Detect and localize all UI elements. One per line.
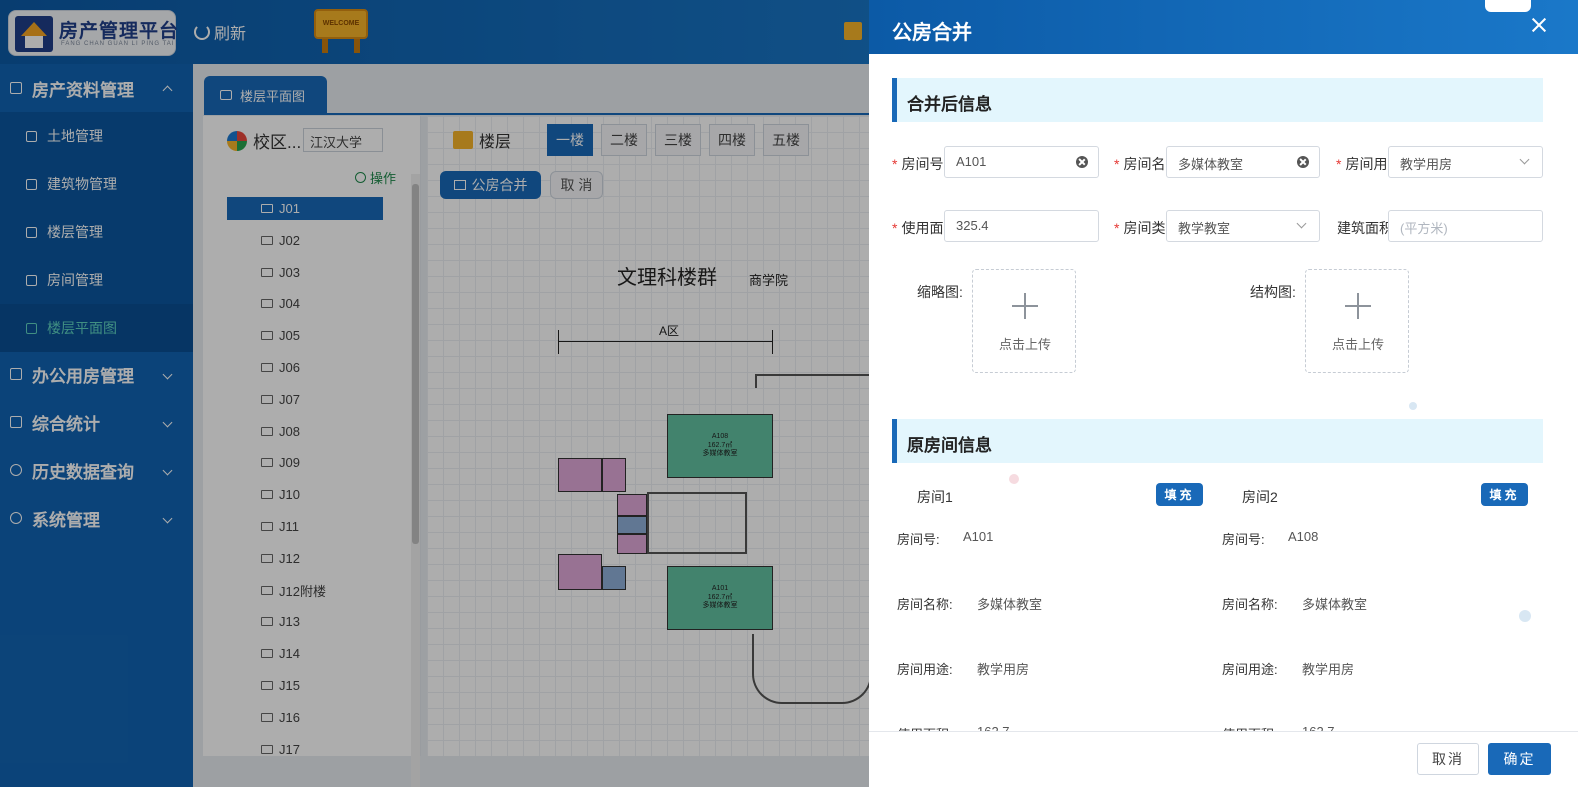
room1-no-key: 房间号: bbox=[897, 532, 940, 547]
room2-no-key: 房间号: bbox=[1222, 532, 1265, 547]
field-label-text: 房间用 bbox=[1345, 156, 1388, 172]
room-use-label: * 房间用 bbox=[1336, 156, 1388, 172]
room-type-select[interactable]: 教学教室 bbox=[1166, 210, 1320, 242]
room-no-label: * 房间号 bbox=[892, 156, 944, 172]
decoration-dot bbox=[1009, 474, 1019, 484]
room1-name-key: 房间名称: bbox=[897, 597, 953, 612]
plus-icon bbox=[1012, 293, 1038, 319]
room-no-input[interactable]: A101 bbox=[944, 146, 1099, 178]
modal-overlay[interactable] bbox=[0, 0, 869, 787]
use-area-label: * 使用面 bbox=[892, 220, 944, 236]
room1-use-key: 房间用途: bbox=[897, 662, 953, 677]
room1-use-value: 教学用房 bbox=[977, 662, 1030, 677]
merge-drawer: 公房合并 合并后信息 * 房间号 A101 * 房间名 多媒体教室 * 房间用 教学用… bbox=[869, 0, 1578, 787]
section-title: 原房间信息 bbox=[907, 436, 992, 455]
section-title: 合并后信息 bbox=[907, 95, 992, 114]
thumbnail-label: 缩略图: bbox=[917, 284, 963, 300]
original-info-section: 原房间信息 bbox=[892, 419, 1543, 463]
chevron-down-icon bbox=[1296, 218, 1307, 229]
drawer-confirm-button[interactable]: 确定 bbox=[1488, 743, 1551, 775]
room2-use-key: 房间用途: bbox=[1222, 662, 1278, 677]
input-value: 多媒体教室 bbox=[1178, 157, 1244, 172]
room-type-label: * 房间类 bbox=[1114, 220, 1166, 236]
select-value: 教学教室 bbox=[1178, 221, 1231, 236]
room-use-select[interactable]: 教学用房 bbox=[1388, 146, 1543, 178]
room2-no-value: A108 bbox=[1288, 529, 1319, 544]
plus-icon bbox=[1345, 293, 1371, 319]
fill-room1-button[interactable]: 填充 bbox=[1156, 483, 1203, 506]
input-value: A101 bbox=[956, 154, 987, 169]
input-placeholder: (平方米) bbox=[1400, 221, 1448, 236]
room1-header: 房间1 bbox=[917, 489, 953, 505]
use-area-input[interactable]: 325.4 bbox=[944, 210, 1099, 242]
structure-upload[interactable]: 点击上传 bbox=[1305, 269, 1409, 373]
upload-text: 点击上传 bbox=[998, 337, 1051, 352]
build-area-input[interactable]: (平方米) bbox=[1388, 210, 1543, 242]
drawer-footer: 取消 确定 bbox=[869, 731, 1578, 787]
field-label-text: 房间类 bbox=[1123, 220, 1166, 236]
fill-room2-button[interactable]: 填充 bbox=[1481, 483, 1528, 506]
thumbnail-upload[interactable]: 点击上传 bbox=[972, 269, 1076, 373]
merged-info-section: 合并后信息 bbox=[892, 78, 1543, 122]
drawer-title: 公房合并 bbox=[892, 22, 972, 44]
room2-use-value: 教学用房 bbox=[1302, 662, 1355, 677]
input-value: 325.4 bbox=[956, 218, 989, 233]
chevron-down-icon bbox=[1519, 154, 1530, 165]
field-label-text: 房间名 bbox=[1123, 156, 1166, 172]
decoration-dot bbox=[1409, 402, 1417, 410]
room-name-label: * 房间名 bbox=[1114, 156, 1166, 172]
room2-name-key: 房间名称: bbox=[1222, 597, 1278, 612]
header-decoration bbox=[1485, 0, 1531, 12]
clear-icon[interactable] bbox=[1076, 156, 1088, 168]
room1-name-value: 多媒体教室 bbox=[977, 597, 1043, 612]
upload-text: 点击上传 bbox=[1331, 337, 1384, 352]
drawer-header: 公房合并 bbox=[869, 0, 1578, 54]
field-label-text: 使用面 bbox=[901, 220, 944, 236]
structure-label: 结构图: bbox=[1250, 284, 1296, 300]
select-value: 教学用房 bbox=[1400, 157, 1453, 172]
room-name-input[interactable]: 多媒体教室 bbox=[1166, 146, 1320, 178]
decoration-dot bbox=[1519, 610, 1531, 622]
room1-no-value: A101 bbox=[963, 529, 994, 544]
clear-icon[interactable] bbox=[1297, 156, 1309, 168]
drawer-cancel-button[interactable]: 取消 bbox=[1417, 743, 1479, 775]
field-label-text: 房间号 bbox=[901, 156, 944, 172]
room2-header: 房间2 bbox=[1242, 489, 1278, 505]
room2-name-value: 多媒体教室 bbox=[1302, 597, 1368, 612]
close-icon[interactable] bbox=[1531, 17, 1547, 33]
build-area-label: 建筑面积 bbox=[1337, 220, 1389, 236]
